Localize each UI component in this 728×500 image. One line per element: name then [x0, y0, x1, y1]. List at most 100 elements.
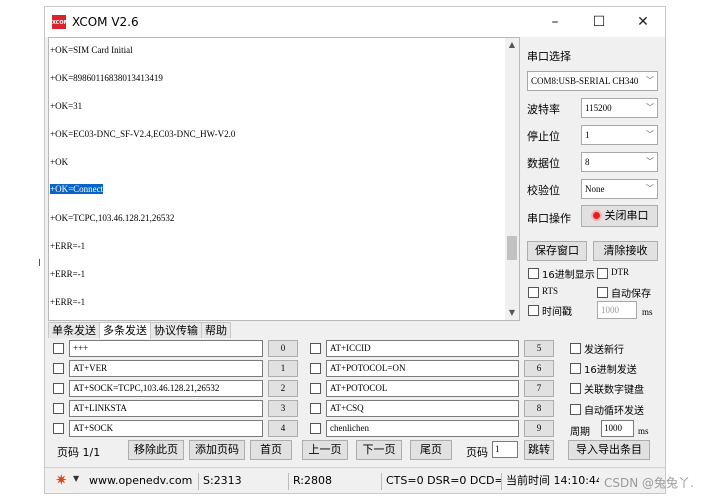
- gear-icon[interactable]: ✷: [55, 472, 68, 489]
- sent-count: S:2313: [198, 473, 286, 490]
- xcom-window: XCOM XCOM V2.6 – ☐ ✕ +OK=SIM Card Initia…: [44, 6, 666, 494]
- close-port-button[interactable]: 关闭串口: [581, 205, 658, 227]
- period-label: 周期: [570, 427, 590, 438]
- send-checkbox[interactable]: [310, 343, 321, 354]
- baud-select[interactable]: 115200 ﹀: [581, 98, 658, 118]
- chevron-down-icon: ﹀: [646, 130, 654, 139]
- send-button[interactable]: 8: [524, 400, 554, 417]
- auto-save-checkbox[interactable]: [597, 287, 608, 298]
- receive-line: +OK=89860116838013413419: [50, 73, 163, 83]
- send-button[interactable]: 3: [268, 400, 298, 417]
- chevron-down-icon: ﹀: [646, 157, 654, 166]
- tab-single-send[interactable]: 单条发送: [48, 322, 100, 338]
- send-button[interactable]: 5: [524, 340, 554, 357]
- period-unit: ms: [638, 426, 649, 436]
- stopbit-select[interactable]: 1 ﹀: [581, 125, 658, 145]
- send-checkbox[interactable]: [53, 403, 64, 414]
- send-checkbox[interactable]: [53, 343, 64, 354]
- tab-multi-send[interactable]: 多条发送: [99, 322, 151, 339]
- timestamp-input[interactable]: 1000: [597, 301, 637, 319]
- databit-select[interactable]: 8 ﹀: [581, 152, 658, 172]
- rts-label: RTS: [542, 286, 558, 296]
- send-input[interactable]: AT+SOCK: [69, 420, 263, 437]
- send-input[interactable]: AT+LINKSTA: [69, 400, 263, 417]
- scroll-up-icon[interactable]: ▲: [505, 38, 519, 52]
- send-input[interactable]: +++: [69, 340, 263, 357]
- send-input[interactable]: AT+SOCK=TCPC,103.46.128.21,26532: [69, 380, 263, 397]
- send-button[interactable]: 7: [524, 380, 554, 397]
- send-button[interactable]: 1: [268, 360, 298, 377]
- timestamp-checkbox[interactable]: [528, 305, 539, 316]
- first-page-button[interactable]: 首页: [250, 440, 292, 460]
- import-export-button[interactable]: 导入导出条目: [568, 440, 650, 460]
- hex-send-checkbox[interactable]: [570, 363, 581, 374]
- hex-display-checkbox[interactable]: [528, 268, 539, 279]
- maximize-button[interactable]: ☐: [577, 7, 621, 37]
- send-input[interactable]: AT+VER: [69, 360, 263, 377]
- prev-page-button[interactable]: 上一页: [302, 440, 348, 460]
- send-input[interactable]: AT+ICCID: [326, 340, 519, 357]
- send-input[interactable]: AT+POTOCOL: [326, 380, 519, 397]
- record-icon: [590, 210, 602, 221]
- newline-checkbox[interactable]: [570, 343, 581, 354]
- scroll-thumb[interactable]: [507, 236, 517, 260]
- send-checkbox[interactable]: [53, 363, 64, 374]
- send-button[interactable]: 2: [268, 380, 298, 397]
- minimize-button[interactable]: –: [533, 7, 577, 37]
- parity-label: 校验位: [527, 184, 560, 197]
- jump-button[interactable]: 跳转: [524, 440, 554, 460]
- databit-value: 8: [585, 157, 590, 167]
- send-checkbox[interactable]: [310, 383, 321, 394]
- save-window-button[interactable]: 保存窗口: [527, 241, 587, 261]
- send-input[interactable]: AT+POTOCOL=ON: [326, 360, 519, 377]
- send-button[interactable]: 9: [524, 420, 554, 437]
- status-bar: ✷ ▼ www.openedv.com S:2313 R:2808 CTS=0 …: [45, 467, 665, 493]
- send-checkbox[interactable]: [310, 403, 321, 414]
- receive-scrollbar[interactable]: ▲ ▼: [505, 38, 519, 320]
- text-cursor-marker: I: [38, 258, 41, 269]
- send-button[interactable]: 6: [524, 360, 554, 377]
- period-input[interactable]: 1000: [601, 420, 634, 437]
- website-link[interactable]: www.openedv.com: [85, 473, 197, 490]
- next-page-button[interactable]: 下一页: [356, 440, 402, 460]
- send-input[interactable]: chenlichen: [326, 420, 519, 437]
- receive-line: +ERR=-1: [50, 297, 86, 307]
- send-input[interactable]: AT+CSQ: [326, 400, 519, 417]
- page-indicator: 页码 1/1: [57, 446, 101, 459]
- goto-page-input[interactable]: 1: [492, 441, 518, 458]
- xcom-app-icon: XCOM: [52, 15, 69, 29]
- tab-protocol[interactable]: 协议传输: [150, 322, 202, 338]
- window-title: XCOM V2.6: [72, 15, 139, 29]
- auto-loop-checkbox[interactable]: [570, 404, 581, 415]
- send-checkbox[interactable]: [53, 423, 64, 434]
- tab-help[interactable]: 帮助: [201, 322, 231, 338]
- close-button[interactable]: ✕: [621, 7, 665, 37]
- clear-receive-button[interactable]: 清除接收: [593, 241, 658, 261]
- remove-page-button[interactable]: 移除此页: [128, 440, 184, 460]
- send-checkbox[interactable]: [310, 363, 321, 374]
- send-tabs: 单条发送 多条发送 协议传输 帮助: [48, 322, 348, 339]
- chevron-down-icon: ﹀: [646, 184, 654, 193]
- parity-select[interactable]: None ﹀: [581, 179, 658, 199]
- last-page-button[interactable]: 尾页: [410, 440, 452, 460]
- timestamp-label: 时间戳: [542, 307, 572, 318]
- port-op-label: 串口操作: [527, 212, 571, 225]
- port-value: COM8:USB-SERIAL CH340: [531, 76, 639, 86]
- chevron-down-icon[interactable]: ▼: [73, 474, 79, 483]
- receive-area[interactable]: +OK=SIM Card Initial +OK=898601168380134…: [48, 37, 520, 321]
- send-button[interactable]: 0: [268, 340, 298, 357]
- assoc-keyboard-checkbox[interactable]: [570, 383, 581, 394]
- port-select[interactable]: COM8:USB-SERIAL CH340 ﹀: [527, 71, 658, 91]
- receive-line: +OK: [50, 157, 69, 167]
- scroll-down-icon[interactable]: ▼: [505, 306, 519, 320]
- rts-checkbox[interactable]: [528, 287, 539, 298]
- add-page-button[interactable]: 添加页码: [189, 440, 245, 460]
- line-status: CTS=0 DSR=0 DCD=0: [381, 473, 501, 490]
- received-count: R:2808: [288, 473, 380, 490]
- send-checkbox[interactable]: [310, 423, 321, 434]
- receive-line-selected: +OK=Connect: [50, 184, 104, 194]
- send-button[interactable]: 4: [268, 420, 298, 437]
- dtr-checkbox[interactable]: [597, 268, 608, 279]
- current-time: 当前时间 14:10:44: [501, 473, 599, 490]
- send-checkbox[interactable]: [53, 383, 64, 394]
